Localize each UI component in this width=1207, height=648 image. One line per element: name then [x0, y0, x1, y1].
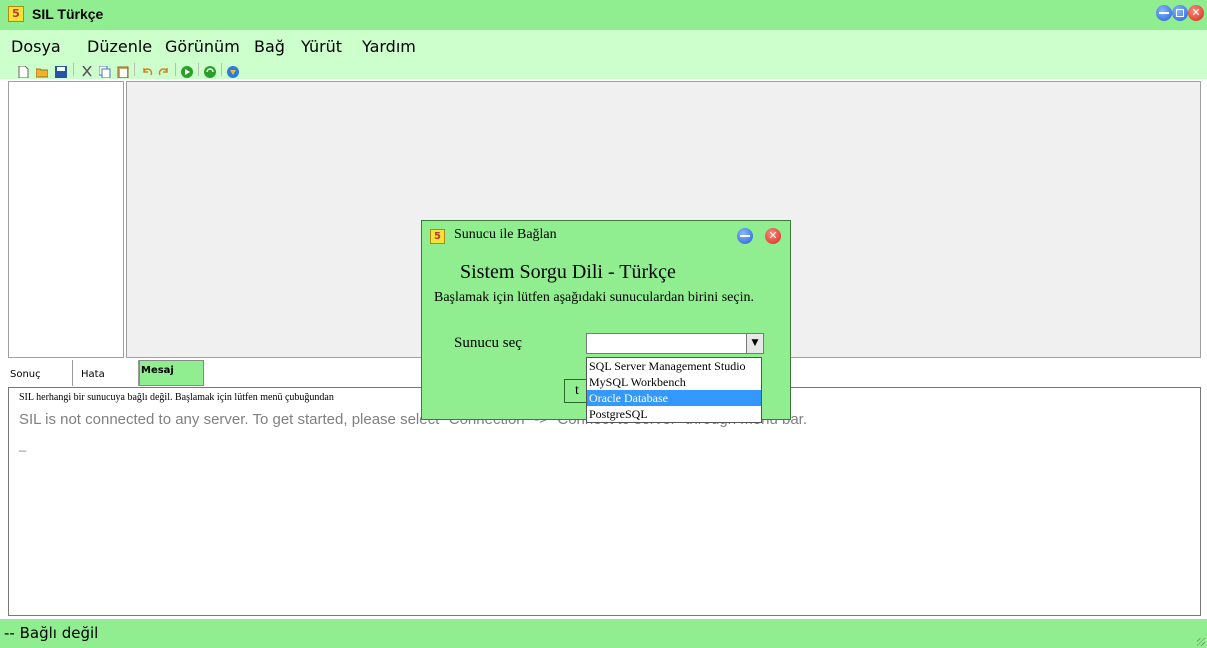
- open-folder-icon[interactable]: [35, 63, 49, 78]
- message-line-turkish: SIL herhangi bir sunucuya bağlı değil. B…: [19, 392, 334, 403]
- window-title: SIL Türkçe: [32, 6, 104, 22]
- tab-sonuc[interactable]: Sonuç: [8, 360, 73, 386]
- title-bar: 5 SIL Türkçe ✕: [0, 0, 1207, 30]
- server-select-label: Sunucu seç: [454, 335, 522, 351]
- menu-yardim[interactable]: Yardım: [362, 37, 416, 56]
- dialog-heading: Sistem Sorgu Dili - Türkçe: [460, 261, 676, 283]
- dialog-minimize-button[interactable]: [737, 228, 753, 244]
- minimize-button[interactable]: [1156, 5, 1172, 21]
- tab-hata[interactable]: Hata: [73, 360, 139, 386]
- option-postgresql[interactable]: PostgreSQL: [587, 406, 761, 422]
- menu-gorunum[interactable]: Görünüm: [165, 37, 240, 56]
- menu-bag[interactable]: Bağ: [254, 37, 285, 56]
- server-select[interactable]: ▼: [586, 333, 764, 354]
- refresh-icon[interactable]: [204, 63, 216, 78]
- menu-bar: Dosya Düzenle Görünüm Bağ Yürüt Yardım: [0, 30, 1207, 60]
- run-icon[interactable]: [181, 63, 193, 78]
- dialog-app-icon: 5: [430, 229, 445, 244]
- resize-grip-icon[interactable]: [1197, 638, 1205, 646]
- option-mysql[interactable]: MySQL Workbench: [587, 374, 761, 390]
- connection-status: -- Bağlı değil: [4, 624, 99, 642]
- dialog-title: Sunucu ile Bağlan: [454, 227, 557, 242]
- app-icon: 5: [8, 6, 24, 22]
- copy-icon[interactable]: [98, 63, 111, 79]
- option-oracle[interactable]: Oracle Database: [587, 390, 761, 406]
- dialog-description: Başlamak için lütfen aşağıdaki sunucular…: [434, 290, 754, 305]
- status-bar: -- Bağlı değil: [0, 619, 1207, 648]
- toolbar-separator: [221, 63, 222, 76]
- toolbar-separator: [134, 63, 135, 76]
- help-icon[interactable]: [227, 63, 239, 78]
- dialog-close-button[interactable]: ✕: [765, 228, 781, 244]
- cursor-line: _: [19, 437, 27, 452]
- menu-yurut[interactable]: Yürüt: [301, 37, 342, 56]
- undo-icon[interactable]: [141, 63, 153, 76]
- menu-duzenle[interactable]: Düzenle: [87, 37, 152, 56]
- option-sql-server[interactable]: SQL Server Management Studio: [587, 358, 761, 374]
- tab-mesaj[interactable]: Mesaj: [139, 360, 204, 386]
- menu-dosya[interactable]: Dosya: [11, 37, 61, 56]
- save-icon[interactable]: [55, 63, 67, 78]
- toolbar-separator: [198, 63, 199, 76]
- toolbar: [0, 60, 1207, 79]
- chevron-down-icon[interactable]: ▼: [746, 334, 763, 353]
- new-file-icon[interactable]: [17, 63, 29, 79]
- maximize-button[interactable]: [1172, 5, 1188, 21]
- paste-icon[interactable]: [117, 63, 129, 79]
- redo-icon[interactable]: [158, 63, 170, 76]
- toolbar-separator: [73, 63, 74, 76]
- cut-icon[interactable]: [81, 63, 93, 77]
- object-explorer-panel[interactable]: [8, 81, 124, 358]
- server-dropdown-list: SQL Server Management Studio MySQL Workb…: [586, 357, 762, 423]
- close-button[interactable]: ✕: [1188, 5, 1204, 21]
- toolbar-separator: [175, 63, 176, 76]
